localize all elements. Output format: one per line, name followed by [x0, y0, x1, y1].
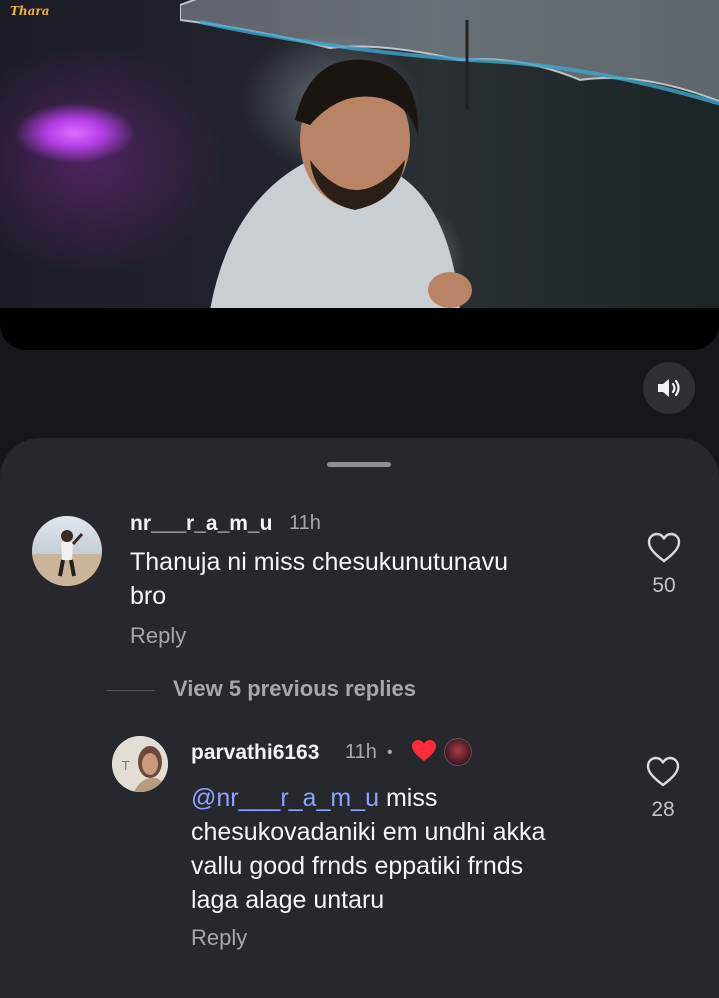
heart-outline-icon[interactable] [647, 532, 681, 564]
reply-button[interactable]: Reply [130, 623, 186, 649]
reply-text-line-3: vallu good frnds eppatiki frnds [191, 852, 524, 880]
separator-dot: • [387, 744, 393, 761]
avatar[interactable]: T [112, 736, 168, 792]
video-letterbox [0, 308, 719, 350]
comment-username[interactable]: nr___r_a_m_u [130, 512, 272, 536]
reply-text-line-2: chesukovadaniki em undhi akka [191, 818, 546, 846]
speaker-icon [658, 379, 680, 397]
creator-avatar [444, 738, 472, 766]
reply-username[interactable]: parvathi6163 [191, 741, 319, 765]
avatar[interactable] [32, 516, 102, 586]
comment-timestamp: 11h [289, 512, 321, 534]
reply-text-line-4: laga alage untaru [191, 886, 385, 914]
avatar-image: T [112, 736, 168, 792]
like-count: 50 [652, 574, 676, 597]
comment-text-line-2: bro [130, 582, 167, 610]
heart-filled-icon [412, 740, 436, 761]
reply-button[interactable]: Reply [191, 925, 247, 951]
person-graphic [210, 59, 472, 308]
heart-outline-icon[interactable] [646, 756, 680, 788]
video-player[interactable]: Thara [0, 0, 719, 308]
drag-handle[interactable] [327, 462, 391, 467]
avatar-image [32, 530, 102, 586]
mention-link[interactable]: @nr___r_a_m_u [191, 784, 379, 812]
thread-divider [107, 690, 155, 691]
reply-text-line-1: @nr___r_a_m_u miss [191, 781, 437, 815]
reply-timestamp: 11h [345, 741, 377, 763]
comment-text-line-1: Thanuja ni miss chesukunutunavu [130, 548, 509, 576]
brand-logo: Thara [10, 4, 50, 18]
like-count: 28 [651, 798, 675, 821]
sound-toggle-button[interactable] [643, 362, 695, 414]
view-previous-replies-button[interactable]: View 5 previous replies [173, 676, 416, 702]
svg-text:T: T [121, 759, 130, 773]
reply-text-fragment: miss [379, 784, 438, 812]
